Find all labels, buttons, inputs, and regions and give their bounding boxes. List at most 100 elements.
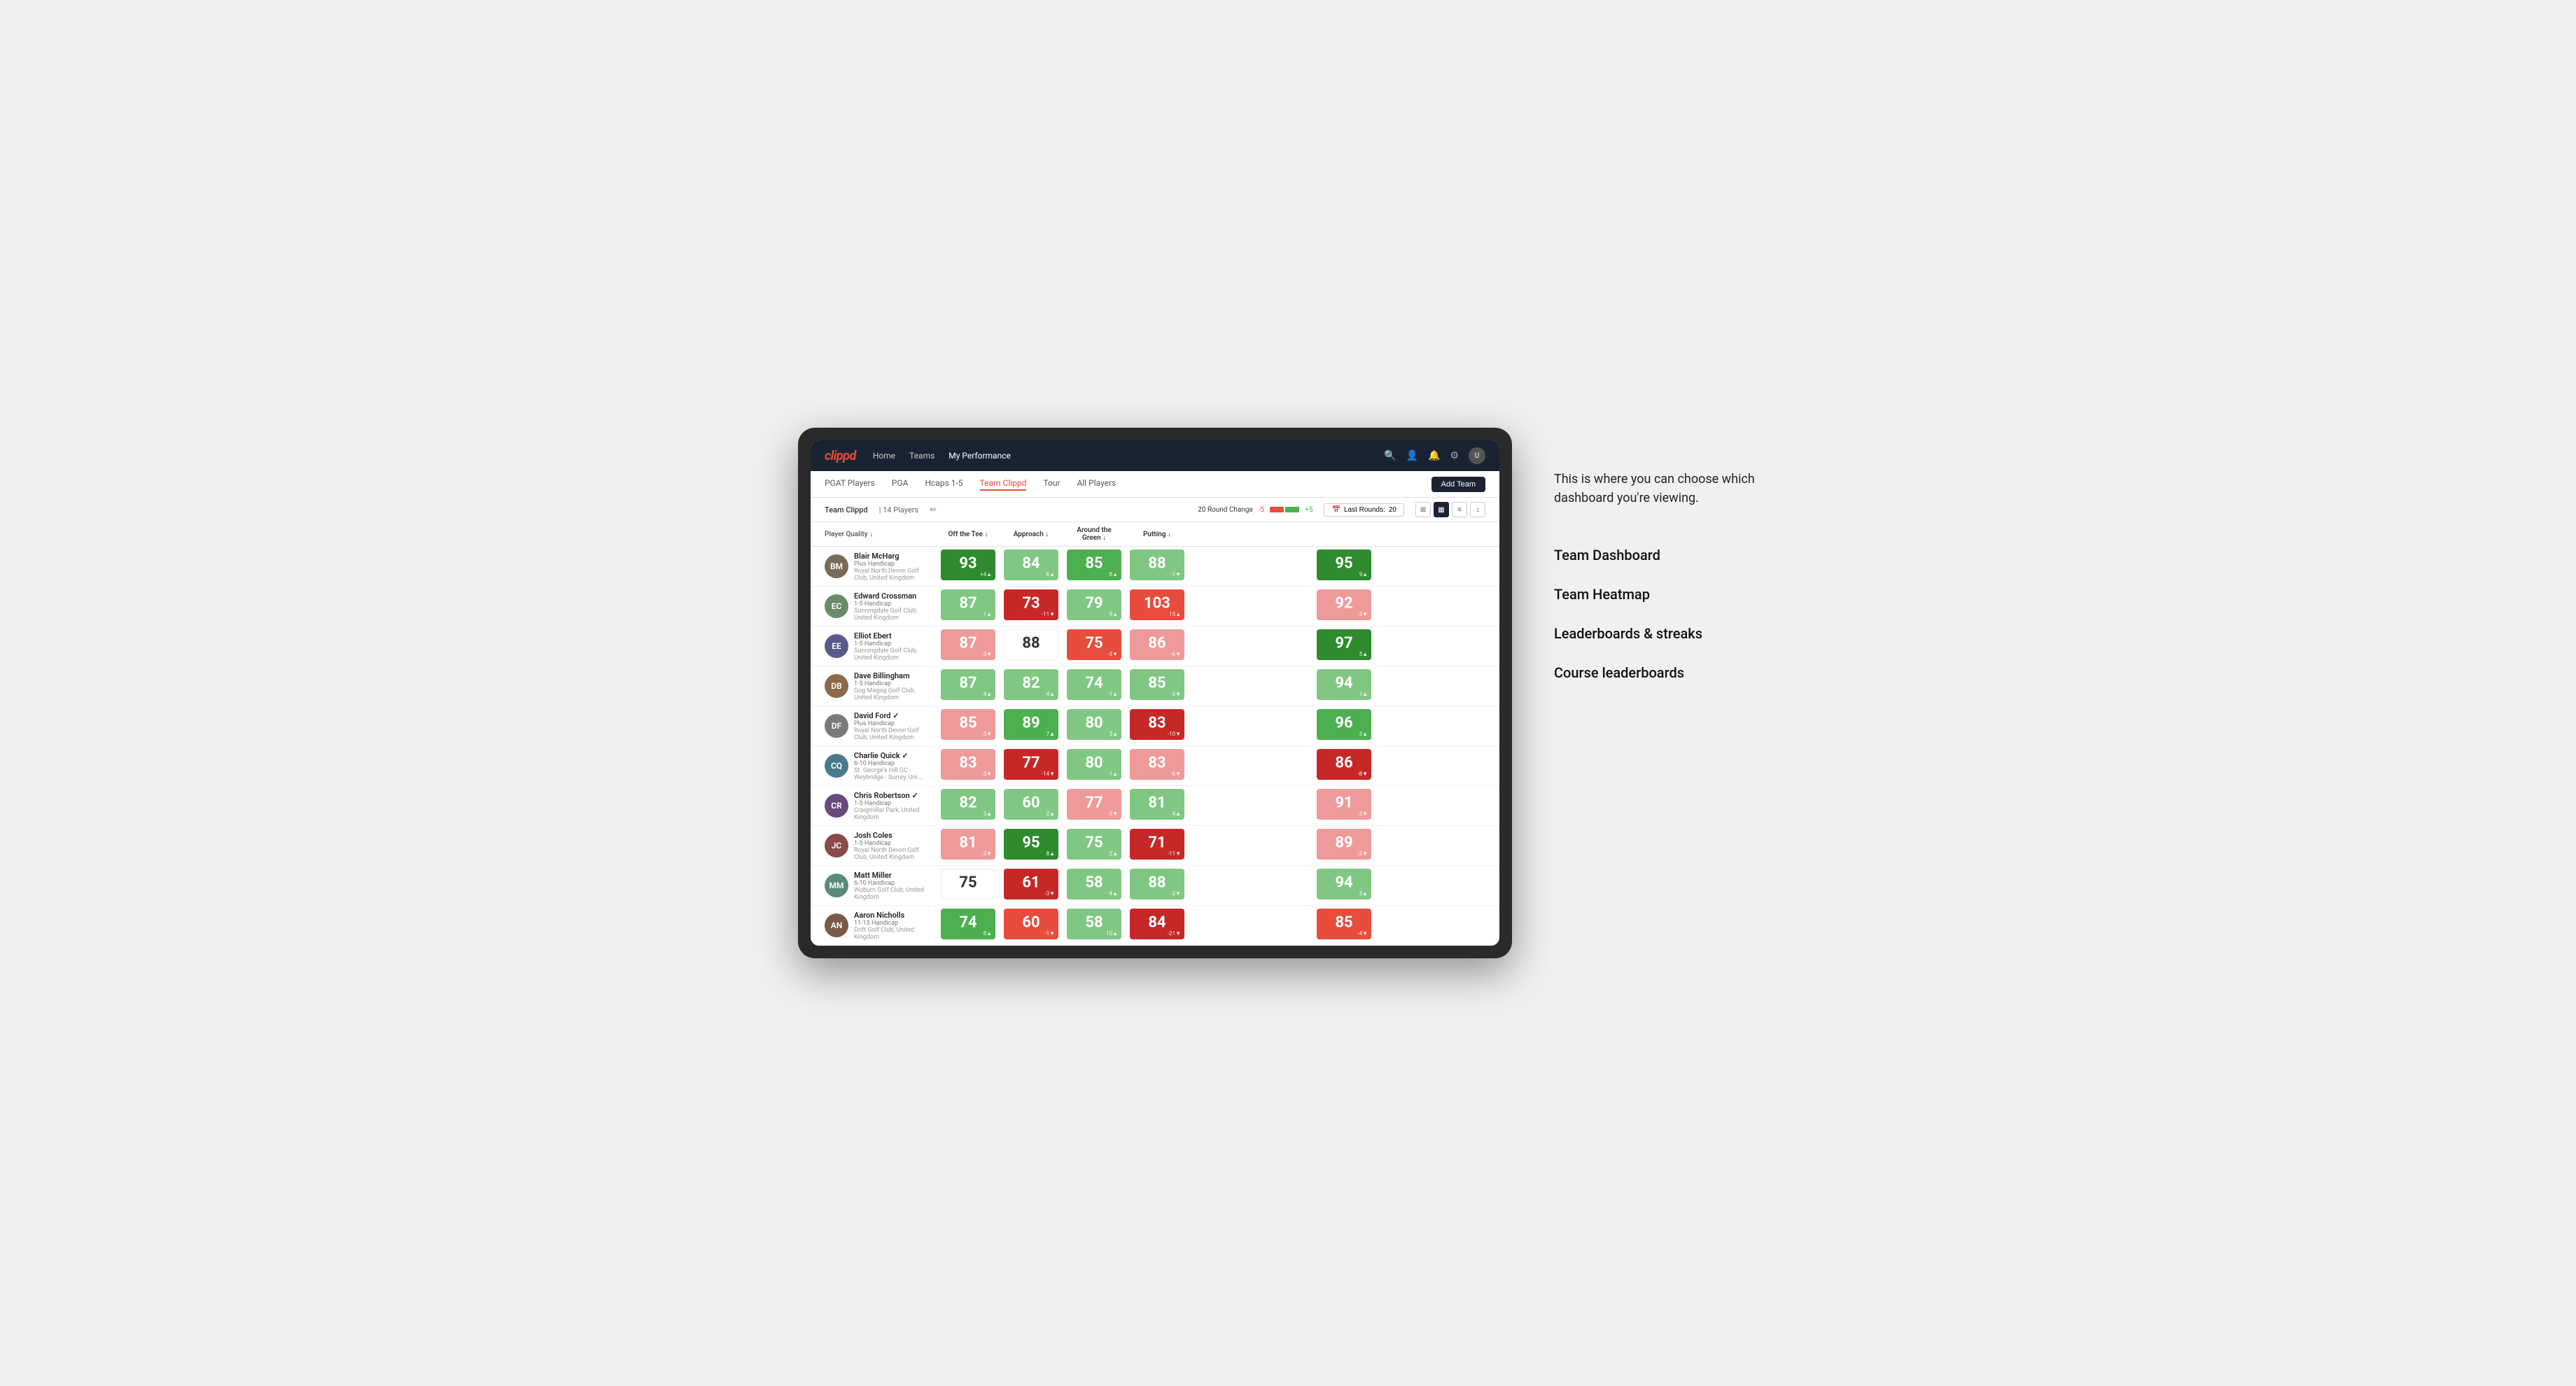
score-change: 9▲ (1110, 611, 1118, 617)
score-box: 846▲ (1004, 550, 1058, 580)
score-change: 4▲ (983, 691, 992, 697)
player-cell[interactable]: CRChris Robertson ✓1-5 HandicapCraigmill… (811, 786, 937, 826)
search-icon[interactable]: 🔍 (1384, 450, 1396, 461)
player-cell[interactable]: CQCharlie Quick ✓6-10 HandicapSt. George… (811, 746, 937, 786)
subnav-tour[interactable]: Tour (1043, 478, 1060, 491)
score-change: -3▼ (981, 731, 992, 737)
col-header-approach[interactable]: Approach ↓ (1000, 522, 1063, 547)
annotation-option[interactable]: Leaderboards & streaks (1554, 614, 1778, 653)
player-cell[interactable]: DBDave Billingham1-5 HandicapGog Magog G… (811, 666, 937, 706)
subnav-pga[interactable]: PGA (892, 478, 909, 491)
score-box: 824▲ (1004, 669, 1058, 700)
tablet-frame: clippd Home Teams My Performance 🔍 👤 🔔 ⚙… (798, 428, 1512, 958)
grid-view-button[interactable]: ⊞ (1415, 502, 1431, 517)
score-value: 58 (1085, 874, 1102, 892)
edit-icon[interactable]: ✏ (930, 505, 937, 514)
score-cell: 86-8▼ (1189, 746, 1499, 786)
annotation-option[interactable]: Course leaderboards (1554, 653, 1778, 692)
score-change: -1▼ (1044, 930, 1055, 937)
col-header-off_tee[interactable]: Off the Tee ↓ (937, 522, 1000, 547)
score-change: -14▼ (1042, 771, 1055, 777)
score-value: 60 (1022, 914, 1040, 932)
score-value: 94 (1335, 675, 1352, 692)
score-change: -3▼ (1107, 651, 1118, 657)
table-row[interactable]: ANAaron Nicholls11-15 HandicapDrift Golf… (811, 906, 1499, 946)
player-club: Royal North Devon Golf Club, United King… (854, 847, 931, 861)
nav-home[interactable]: Home (873, 451, 895, 461)
user-avatar[interactable]: U (1469, 447, 1485, 464)
score-change: -1▼ (1170, 571, 1181, 578)
col-header-putting[interactable]: Putting ↓ (1126, 522, 1189, 547)
score-box: 959▲ (1317, 550, 1371, 580)
player-cell[interactable]: JCJosh Coles1-5 HandicapRoyal North Devo… (811, 826, 937, 866)
list-view-button[interactable]: ≡ (1452, 502, 1467, 517)
last-rounds-button[interactable]: 📅 Last Rounds: 20 (1324, 503, 1404, 517)
col-header-around_green[interactable]: Around the Green ↓ (1063, 522, 1126, 547)
subnav-pgat[interactable]: PGAT Players (825, 478, 875, 491)
player-name: Aaron Nicholls (854, 911, 931, 920)
player-cell[interactable]: BMBlair McHargPlus HandicapRoyal North D… (811, 547, 937, 587)
player-info: Charlie Quick ✓6-10 HandicapSt. George's… (854, 751, 931, 781)
score-change: 8▲ (1046, 850, 1055, 857)
player-handicap: Plus Handicap (854, 561, 931, 568)
score-cell: 943▲ (1189, 866, 1499, 906)
subnav-hcaps[interactable]: Hcaps 1-5 (925, 478, 962, 491)
table-row[interactable]: DBDave Billingham1-5 HandicapGog Magog G… (811, 666, 1499, 706)
score-value: 92 (1335, 595, 1352, 612)
score-box: 91-3▼ (1317, 789, 1371, 820)
subnav-team-clippd[interactable]: Team Clippd (980, 478, 1027, 491)
score-box: 943▲ (1317, 869, 1371, 899)
add-team-button[interactable]: Add Team (1432, 477, 1485, 492)
score-change: -6▼ (1170, 771, 1181, 777)
settings-icon[interactable]: ⚙ (1450, 450, 1459, 461)
score-value: 81 (959, 834, 976, 852)
score-value: 91 (1335, 794, 1352, 812)
score-box: 85-4▼ (1317, 909, 1371, 939)
score-box: 803▲ (1067, 709, 1121, 740)
nav-teams[interactable]: Teams (909, 451, 934, 461)
annotation-option[interactable]: Team Dashboard (1554, 536, 1778, 575)
score-box: 814▲ (1130, 789, 1184, 820)
score-box: 83-6▼ (1130, 749, 1184, 780)
avatar: CQ (825, 754, 848, 778)
score-value: 93 (959, 555, 976, 573)
table-row[interactable]: CQCharlie Quick ✓6-10 HandicapSt. George… (811, 746, 1499, 786)
player-cell[interactable]: EEElliot Ebert1-5 HandicapSunningdale Go… (811, 626, 937, 666)
table-row[interactable]: EEElliot Ebert1-5 HandicapSunningdale Go… (811, 626, 1499, 666)
score-value: 80 (1085, 715, 1102, 732)
score-cell: 60 -1▼ (1000, 906, 1063, 946)
score-box: 801▲ (1067, 749, 1121, 780)
score-box: 71-11▼ (1130, 829, 1184, 860)
score-cell: 801▲ (1063, 746, 1126, 786)
score-change: -3▼ (981, 651, 992, 657)
calendar-icon: 📅 (1331, 506, 1340, 514)
annotation-option[interactable]: Team Heatmap (1554, 575, 1778, 614)
table-row[interactable]: BMBlair McHargPlus HandicapRoyal North D… (811, 547, 1499, 587)
score-box: 77-3▼ (1067, 789, 1121, 820)
score-value: 84 (1022, 555, 1040, 573)
player-cell[interactable]: DFDavid Ford ✓Plus HandicapRoyal North D… (811, 706, 937, 746)
player-club: Royal North Devon Golf Club, United King… (854, 568, 931, 582)
player-cell[interactable]: ANAaron Nicholls11-15 HandicapDrift Golf… (811, 906, 937, 946)
table-row[interactable]: ECEdward Crossman1-5 HandicapSunningdale… (811, 587, 1499, 626)
table-row[interactable]: MMMatt Miller6-10 HandicapWoburn Golf Cl… (811, 866, 1499, 906)
score-change: 2▲ (1110, 850, 1118, 857)
profile-icon[interactable]: 👤 (1406, 450, 1418, 461)
player-cell[interactable]: MMMatt Miller6-10 HandicapWoburn Golf Cl… (811, 866, 937, 906)
player-club: Royal North Devon Golf Club, United King… (854, 727, 931, 741)
player-club: St. George's Hill GC - Weybridge - Surre… (854, 767, 931, 781)
player-cell[interactable]: ECEdward Crossman1-5 HandicapSunningdale… (811, 587, 937, 626)
table-row[interactable]: CRChris Robertson ✓1-5 HandicapCraigmill… (811, 786, 1499, 826)
sort-button[interactable]: ↕ (1470, 502, 1485, 517)
table-row[interactable]: JCJosh Coles1-5 HandicapRoyal North Devo… (811, 826, 1499, 866)
annotation-panel: This is where you can choose which dashb… (1554, 428, 1778, 692)
heatmap-view-button[interactable]: ▦ (1434, 502, 1449, 517)
score-box: 60 -1▼ (1004, 909, 1058, 939)
subnav-all-players[interactable]: All Players (1077, 478, 1116, 491)
score-value: 82 (959, 794, 976, 812)
table-row[interactable]: DFDavid Ford ✓Plus HandicapRoyal North D… (811, 706, 1499, 746)
avatar: AN (825, 913, 848, 937)
nav-my-performance[interactable]: My Performance (948, 451, 1011, 461)
bell-icon[interactable]: 🔔 (1428, 450, 1440, 461)
score-value: 81 (1148, 794, 1166, 812)
